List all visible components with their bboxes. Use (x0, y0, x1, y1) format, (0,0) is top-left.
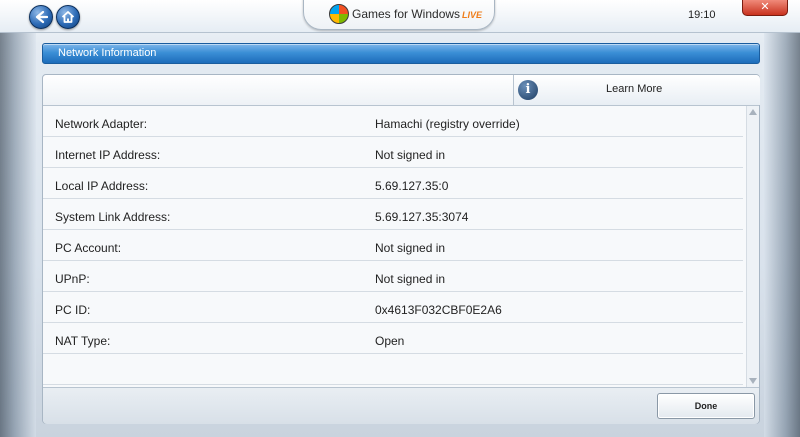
back-arrow-icon (35, 10, 48, 24)
section-header: Network Information (42, 43, 760, 64)
learn-more-bar: i Learn More (43, 75, 760, 106)
back-button[interactable] (29, 5, 53, 29)
row-value: 5.69.127.35:3074 (375, 210, 469, 224)
row-value: Open (375, 334, 405, 348)
row-label: System Link Address: (55, 210, 171, 224)
row-label: Internet IP Address: (55, 148, 161, 162)
row-label: PC ID: (55, 303, 91, 317)
home-icon (61, 11, 75, 23)
list-item: Local IP Address: 5.69.127.35:0 (43, 168, 743, 199)
home-button[interactable] (56, 5, 80, 29)
info-list: Network Adapter: Hamachi (registry overr… (43, 106, 743, 385)
page-title: Network Information (58, 47, 157, 59)
top-bar: Games for Windows LIVE 19:10 ✕ (0, 0, 800, 33)
learn-more-label: Learn More (606, 83, 663, 95)
row-value: Hamachi (registry override) (375, 117, 520, 131)
done-button[interactable]: Done (657, 393, 755, 419)
row-value: Not signed in (375, 272, 446, 286)
list-item: PC Account: Not signed in (43, 230, 743, 261)
frame-shadow-right (764, 0, 800, 437)
games-for-windows-live-logo[interactable]: Games for Windows LIVE (303, 0, 495, 30)
list-item: NAT Type: Open (43, 323, 743, 354)
row-label: PC Account: (55, 241, 122, 255)
scroll-down-arrow-icon[interactable] (749, 378, 757, 384)
network-info-panel: i Learn More Network Adapter: Hamachi (r… (42, 74, 760, 424)
row-value: Not signed in (375, 148, 446, 162)
windows-logo-icon (329, 4, 349, 24)
row-value: 5.69.127.35:0 (375, 179, 449, 193)
info-icon: i (518, 80, 538, 100)
logo-live-badge: LIVE (462, 10, 483, 20)
scroll-up-arrow-icon[interactable] (749, 109, 757, 115)
row-value: 0x4613F032CBF0E2A6 (375, 303, 502, 317)
list-item: Internet IP Address: Not signed in (43, 137, 743, 168)
list-item: Network Adapter: Hamachi (registry overr… (43, 106, 743, 137)
logo-text: Games for Windows LIVE (352, 7, 482, 21)
clock: 19:10 (688, 9, 716, 21)
frame-shadow-left (0, 0, 36, 437)
close-button[interactable]: ✕ (742, 0, 788, 16)
row-label: Network Adapter: (55, 117, 148, 131)
list-item: UPnP: Not signed in (43, 261, 743, 292)
list-item-empty (43, 354, 743, 385)
learn-more-button[interactable]: i Learn More (513, 75, 760, 105)
scrollbar[interactable] (746, 106, 759, 387)
row-value: Not signed in (375, 241, 446, 255)
panel-footer: Done (43, 387, 759, 424)
row-label: NAT Type: (55, 334, 111, 348)
list-item: System Link Address: 5.69.127.35:3074 (43, 199, 743, 230)
row-label: Local IP Address: (55, 179, 149, 193)
logo-title: Games for Windows (352, 7, 461, 21)
row-label: UPnP: (55, 272, 90, 286)
list-item: PC ID: 0x4613F032CBF0E2A6 (43, 292, 743, 323)
